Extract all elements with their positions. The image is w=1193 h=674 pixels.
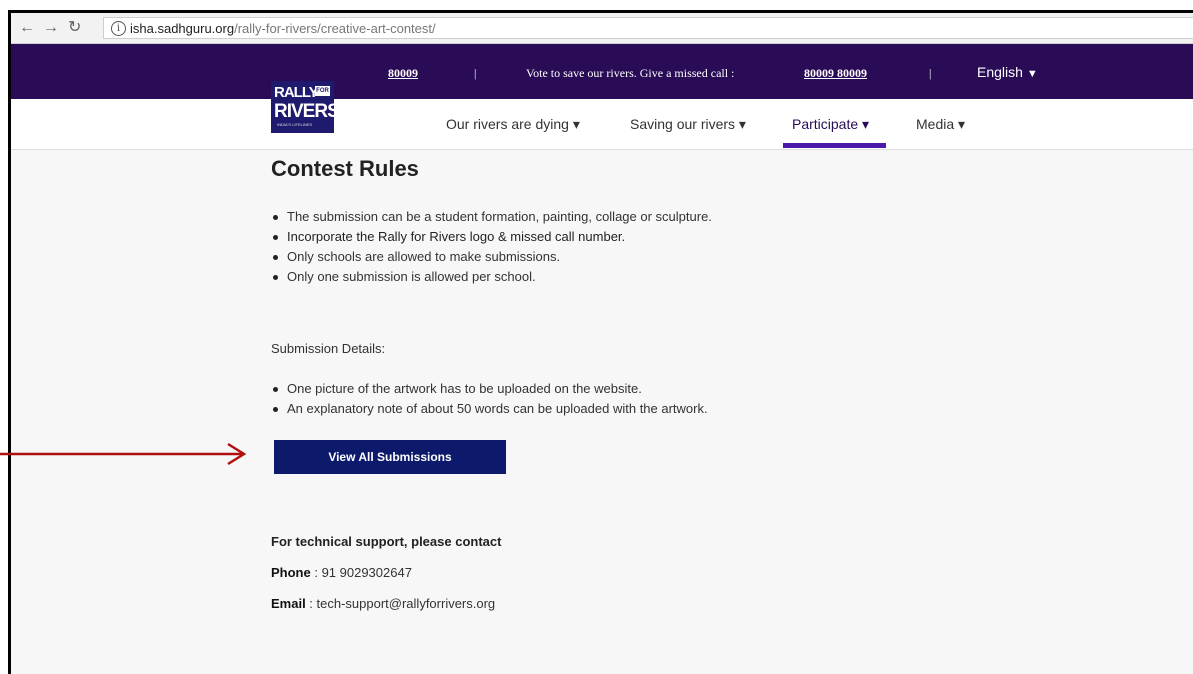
bullet-icon xyxy=(273,255,278,260)
view-all-submissions-button[interactable]: View All Submissions xyxy=(274,440,506,474)
support-email: Email : tech-support@rallyforrivers.org xyxy=(271,596,495,611)
active-tab-indicator xyxy=(783,143,886,148)
logo-for: FOR xyxy=(315,86,330,96)
browser-toolbar: ← → ↻ i isha.sadhguru.org/rally-for-rive… xyxy=(11,13,1193,44)
url-text[interactable]: isha.sadhguru.org/rally-for-rivers/creat… xyxy=(130,21,436,36)
bullet-icon xyxy=(273,275,278,280)
bullet-icon xyxy=(273,215,278,220)
logo-line2: RIVERS xyxy=(274,101,340,122)
email-label: Email xyxy=(271,596,306,611)
browser-window: ← → ↻ i isha.sadhguru.org/rally-for-rive… xyxy=(8,10,1193,674)
missed-call-number: 80009 xyxy=(388,66,418,80)
main-nav: Our rivers are dying ▾ Saving our rivers… xyxy=(11,99,1193,150)
caret-down-icon: ▼ xyxy=(1026,68,1038,80)
submission-list: One picture of the artwork has to be upl… xyxy=(273,379,708,419)
rule-text: The submission can be a student formatio… xyxy=(287,209,712,224)
phone-value: : 91 9029302647 xyxy=(310,565,412,580)
language-label: English xyxy=(977,64,1023,80)
bullet-icon xyxy=(273,407,278,412)
url-path: /rally-for-rivers/creative-art-contest/ xyxy=(234,21,436,36)
arrow-right-icon[interactable]: → xyxy=(43,19,59,37)
submission-text: One picture of the artwork has to be upl… xyxy=(287,381,642,396)
annotation-arrow-icon xyxy=(0,442,247,466)
reload-icon[interactable]: ↻ xyxy=(68,19,81,37)
missed-call-number-link[interactable]: 80009 xyxy=(388,66,418,81)
list-item: One picture of the artwork has to be upl… xyxy=(273,379,708,399)
rule-text: Only one submission is allowed per schoo… xyxy=(287,269,536,284)
list-item: An explanatory note of about 50 words ca… xyxy=(273,399,708,419)
bullet-icon xyxy=(273,387,278,392)
support-heading: For technical support, please contact xyxy=(271,534,502,549)
logo-line1: RALLY xyxy=(274,84,319,101)
email-value[interactable]: : tech-support@rallyforrivers.org xyxy=(306,596,495,611)
page-title: Contest Rules xyxy=(271,156,419,181)
rules-list: The submission can be a student formatio… xyxy=(273,207,712,287)
nav-saving-our-rivers[interactable]: Saving our rivers ▾ xyxy=(630,116,746,133)
info-icon[interactable]: i xyxy=(111,21,126,36)
separator: | xyxy=(929,66,932,80)
rule-text: Only schools are allowed to make submiss… xyxy=(287,249,561,264)
separator: | xyxy=(474,66,477,80)
nav-our-rivers-are-dying[interactable]: Our rivers are dying ▾ xyxy=(446,116,580,133)
vote-number-link[interactable]: 80009 80009 xyxy=(804,66,867,81)
arrow-left-icon[interactable]: ← xyxy=(19,19,35,37)
top-announcement-bar: 80009 | Vote to save our rivers. Give a … xyxy=(11,44,1193,99)
bullet-icon xyxy=(273,235,278,240)
language-selector[interactable]: English ▼ xyxy=(977,64,1038,80)
list-item: Only one submission is allowed per schoo… xyxy=(273,267,712,287)
nav-media[interactable]: Media ▾ xyxy=(916,116,965,133)
vote-number: 80009 80009 xyxy=(804,66,867,80)
submission-text: An explanatory note of about 50 words ca… xyxy=(287,401,708,416)
list-item: Only schools are allowed to make submiss… xyxy=(273,247,712,267)
rally-for-rivers-logo[interactable]: RALLY FOR RIVERS INDIA'S LIFELINES xyxy=(271,81,340,133)
rule-text: Incorporate the Rally for Rivers logo & … xyxy=(287,229,626,244)
vote-text: Vote to save our rivers. Give a missed c… xyxy=(526,66,735,80)
support-phone: Phone : 91 9029302647 xyxy=(271,565,412,580)
main-content: Contest Rules The submission can be a st… xyxy=(11,150,1193,674)
phone-label: Phone xyxy=(271,565,311,580)
url-host: isha.sadhguru.org xyxy=(130,21,235,36)
submission-details-heading: Submission Details: xyxy=(271,341,386,356)
list-item: The submission can be a student formatio… xyxy=(273,207,712,227)
nav-participate[interactable]: Participate ▾ xyxy=(792,116,869,133)
logo-tagline: INDIA'S LIFELINES xyxy=(277,122,313,127)
list-item: Incorporate the Rally for Rivers logo & … xyxy=(273,227,712,247)
address-bar[interactable]: i isha.sadhguru.org/rally-for-rivers/cre… xyxy=(103,17,1193,39)
